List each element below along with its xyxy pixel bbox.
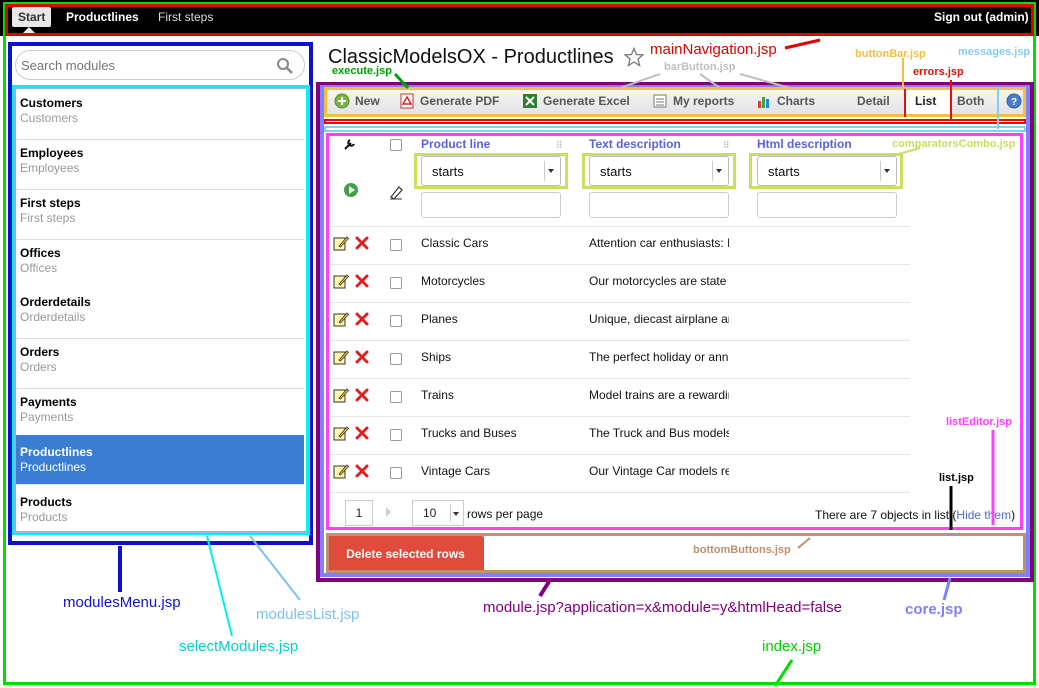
annotation-core: core.jsp [905,601,963,618]
annotation-modules-list: modulesList.jsp [256,606,360,623]
annotation-select-modules: selectModules.jsp [179,638,299,655]
annotation-index: index.jsp [762,638,822,655]
annotation-comparators-combo: comparatorsCombo.jsp [892,138,1016,150]
annotation-messages: messages.jsp [958,46,1031,58]
annotation-main-navigation: mainNavigation.jsp [650,41,777,58]
annotation-bottom-buttons: bottomButtons.jsp [693,544,791,556]
annotation-execute: execute.jsp [332,65,392,77]
annotation-list: list.jsp [939,472,974,484]
annotation-list-editor: listEditor.jsp [946,416,1013,428]
annotation-bar-button: barButton.jsp [664,61,736,73]
annotation-errors: errors.jsp [913,66,964,78]
annotation-button-bar: buttonBar.jsp [855,48,926,60]
annotation-pointers [118,38,995,687]
annotation-module: module.jsp?application=x&module=y&htmlHe… [483,599,842,616]
annotation-modules-menu: modulesMenu.jsp [63,594,181,611]
